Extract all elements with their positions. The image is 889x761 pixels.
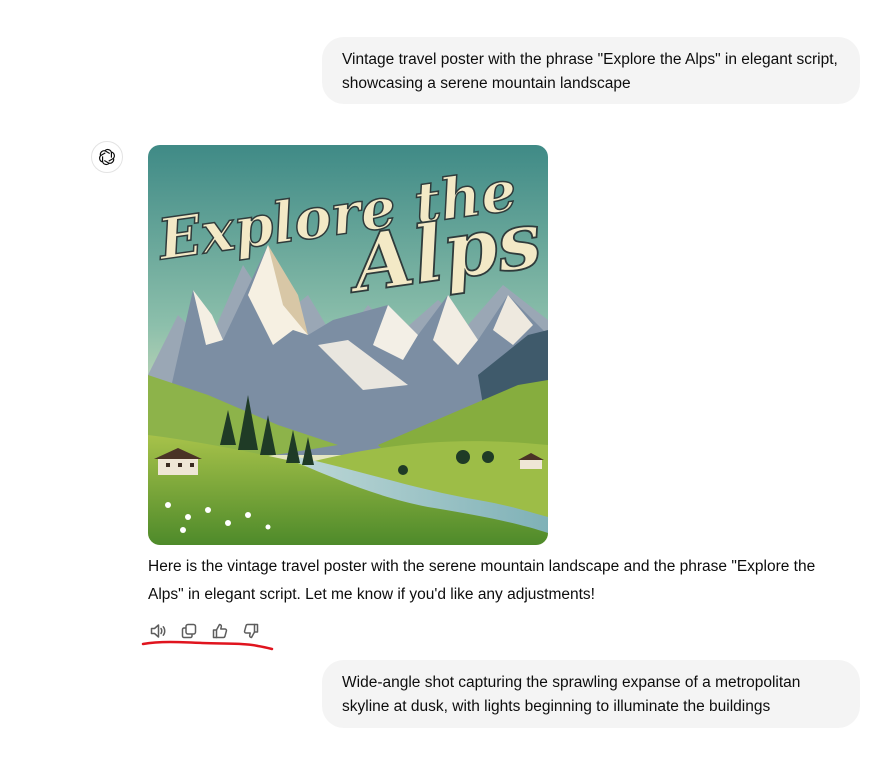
generated-image[interactable]: Explore the Alps (148, 145, 548, 545)
user-message-bubble: Wide-angle shot capturing the sprawling … (322, 660, 860, 728)
red-underline-annotation (141, 640, 274, 651)
assistant-message-text: Here is the vintage travel poster with t… (148, 553, 848, 609)
chat-page: Vintage travel poster with the phrase "E… (0, 0, 889, 761)
openai-logo-icon (99, 148, 115, 166)
assistant-avatar (91, 141, 123, 173)
assistant-message-content: Here is the vintage travel poster with t… (148, 558, 816, 603)
user-message-text: Vintage travel poster with the phrase "E… (342, 51, 838, 92)
user-message-bubble: Vintage travel poster with the phrase "E… (322, 37, 860, 104)
user-message-text: Wide-angle shot capturing the sprawling … (342, 674, 801, 715)
alps-poster-illustration: Explore the Alps (148, 145, 548, 545)
